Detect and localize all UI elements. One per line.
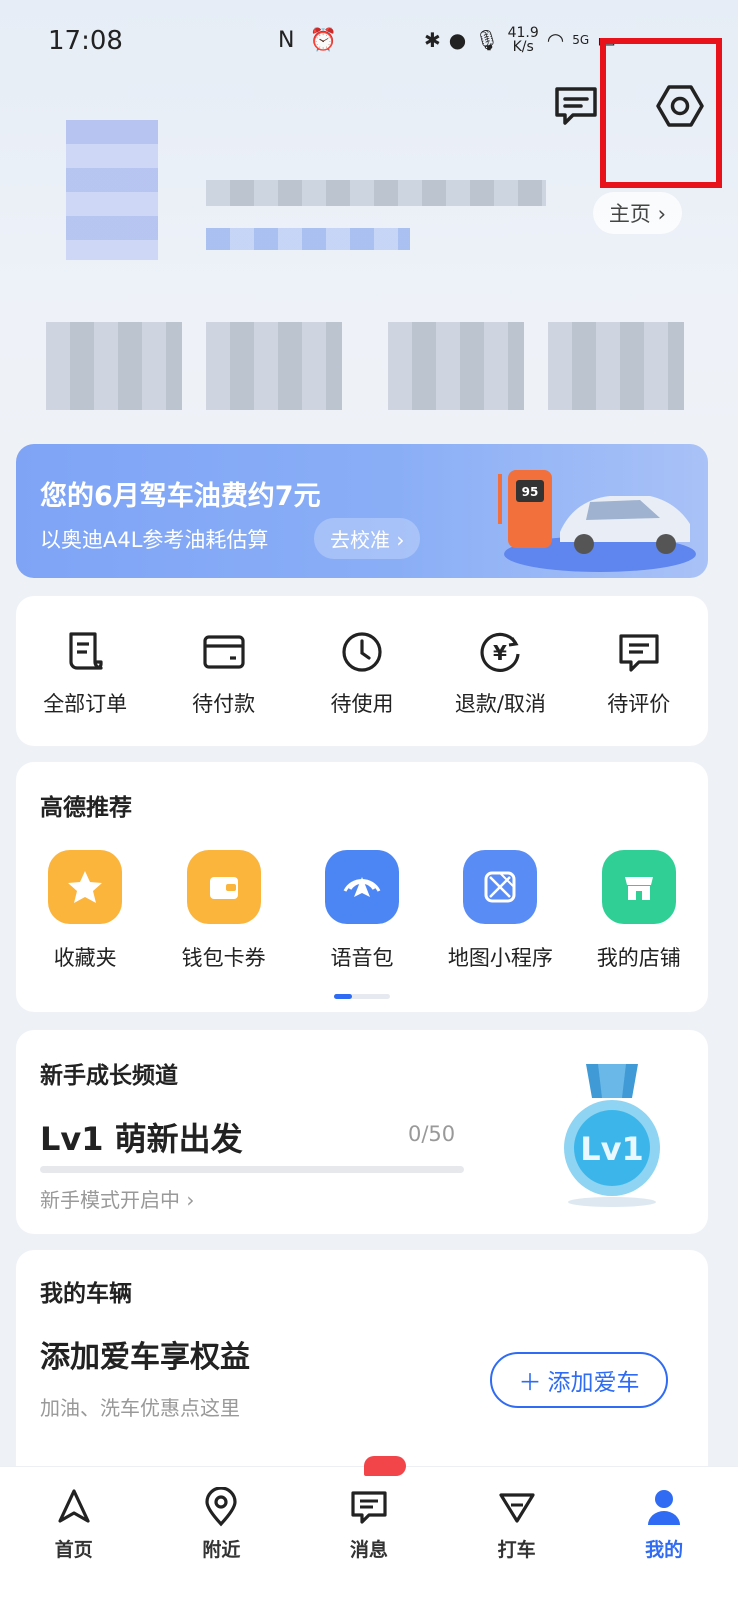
order-label: 全部订单: [43, 692, 128, 716]
order-label: 待评价: [607, 692, 671, 716]
status-right-icons: ✱ ● 🎙 41.9 K/s ◠ 5G ▭: [424, 26, 616, 54]
add-car-button[interactable]: ＋ 添加爱车: [490, 1352, 668, 1408]
shop-icon: [601, 850, 676, 924]
network-speed: 41.9 K/s: [508, 26, 539, 54]
card-icon: [200, 628, 248, 676]
vehicle-title: 我的车辆: [40, 1281, 132, 1307]
order-shortcuts: 全部订单 待付款 待使用 ¥ 退款/取消 待评价: [16, 596, 708, 718]
wifi-icon: ◠: [546, 28, 565, 52]
tab-taxi[interactable]: 打车: [443, 1467, 591, 1600]
voice-icon: [324, 850, 399, 924]
fuel-subtitle: 以奥迪A4L参考油耗估算: [40, 528, 269, 552]
order-label: 待付款: [192, 692, 256, 716]
map-app-icon: [463, 850, 538, 924]
network-type: 5G: [572, 33, 590, 47]
vehicle-headline: 添加爱车享权益: [40, 1340, 250, 1375]
tab-home[interactable]: 首页: [0, 1467, 148, 1600]
orders-card: 全部订单 待付款 待使用 ¥ 退款/取消 待评价: [16, 596, 708, 746]
level-progress-text: 0/50: [408, 1122, 456, 1146]
recommend-card: 高德推荐 收藏夹 钱包卡券 语音包 地图小程序 我的店铺: [16, 762, 708, 1012]
level-title: Lv1 萌新出发: [40, 1120, 243, 1158]
recommend-label: 语音包: [330, 946, 394, 970]
stat-redacted-4[interactable]: [548, 322, 684, 410]
level-progress-bar: [40, 1166, 464, 1173]
navigate-icon: [52, 1485, 96, 1529]
speed-unit: K/s: [512, 39, 534, 55]
level-medal-icon: Lv1: [564, 1064, 660, 1207]
clock-icon: [338, 628, 386, 676]
tab-label: 首页: [54, 1539, 93, 1561]
plus-icon: ＋: [518, 1370, 542, 1396]
recommend-label: 收藏夹: [53, 946, 117, 970]
taxi-icon: [495, 1485, 539, 1529]
vehicle-subtitle: 加油、洗车优惠点这里: [40, 1396, 240, 1420]
status-time: 17:08: [48, 26, 123, 56]
fuel-cost-banner[interactable]: 您的6月驾车油费约7元 以奥迪A4L参考油耗估算 去校准 › 95: [16, 444, 708, 578]
tab-label: 打车: [497, 1539, 536, 1561]
tab-label: 消息: [349, 1539, 388, 1561]
avatar[interactable]: [66, 120, 158, 260]
recommend-shortcuts: 收藏夹 钱包卡券 语音包 地图小程序 我的店铺: [16, 850, 708, 972]
calibrate-button[interactable]: 去校准 ›: [314, 518, 421, 559]
mic-status-icon: 🎙: [474, 28, 500, 52]
order-refund[interactable]: ¥ 退款/取消: [431, 596, 569, 718]
map-app-shortcut[interactable]: 地图小程序: [431, 850, 569, 972]
message-icon: [347, 1485, 391, 1529]
recommend-label: 我的店铺: [596, 946, 681, 970]
location-icon: [199, 1485, 243, 1529]
bluetooth-icon: ✱: [424, 28, 441, 52]
fuel-title: 您的6月驾车油费约7元: [40, 481, 321, 512]
voice-pack-shortcut[interactable]: 语音包: [293, 850, 431, 972]
tab-nearby[interactable]: 附近: [148, 1467, 296, 1600]
user-info-redacted: [206, 228, 410, 250]
my-shop-shortcut[interactable]: 我的店铺: [570, 850, 708, 972]
growth-card[interactable]: 新手成长频道 Lv1 萌新出发 0/50 新手模式开启中 › Lv1: [16, 1030, 708, 1234]
order-all[interactable]: 全部订单: [16, 596, 154, 718]
receipt-icon: [61, 628, 109, 676]
order-pending-payment[interactable]: 待付款: [154, 596, 292, 718]
home-page-link[interactable]: 主页 ›: [592, 192, 682, 234]
medal-label: Lv1: [580, 1130, 644, 1168]
pump-label: 95: [522, 485, 539, 499]
growth-title: 新手成长频道: [40, 1063, 178, 1089]
user-name-redacted: [206, 180, 546, 206]
order-to-use[interactable]: 待使用: [293, 596, 431, 718]
recommend-label: 地图小程序: [447, 946, 553, 970]
tab-profile[interactable]: 我的: [590, 1467, 738, 1600]
recommend-pager: [334, 994, 390, 999]
fuel-car-illustration: 95: [498, 470, 696, 572]
order-label: 退款/取消: [454, 692, 546, 716]
refund-icon: ¥: [476, 628, 524, 676]
svg-text:¥: ¥: [493, 641, 507, 665]
wallet-shortcut[interactable]: 钱包卡券: [154, 850, 292, 972]
tab-messages[interactable]: 消息: [295, 1467, 443, 1600]
comment-icon: [615, 628, 663, 676]
recommend-label: 钱包卡券: [181, 946, 266, 970]
tab-label: 我的: [645, 1539, 684, 1561]
tab-label: 附近: [202, 1539, 241, 1561]
star-icon: [48, 850, 123, 924]
stat-redacted-3[interactable]: [388, 322, 524, 410]
recommend-title: 高德推荐: [40, 795, 132, 821]
message-badge: [364, 1456, 406, 1476]
favorites-shortcut[interactable]: 收藏夹: [16, 850, 154, 972]
stat-redacted-1[interactable]: [46, 322, 182, 410]
profile-icon: [642, 1485, 686, 1529]
status-notification-icons: N ⏰: [278, 28, 341, 53]
novice-mode-link[interactable]: 新手模式开启中 ›: [40, 1184, 194, 1213]
location-status-icon: ●: [448, 28, 467, 52]
vehicle-card: 我的车辆 添加爱车享权益 加油、洗车优惠点这里 ＋ 添加爱车: [16, 1250, 708, 1480]
order-to-review[interactable]: 待评价: [570, 596, 708, 718]
order-label: 待使用: [330, 692, 394, 716]
profile-section: 主页 ›: [0, 110, 738, 420]
wallet-icon: [186, 850, 261, 924]
add-car-label: 添加爱车: [547, 1370, 640, 1396]
stat-redacted-2[interactable]: [206, 322, 342, 410]
bottom-tab-bar: 首页 附近 消息 打车 我的: [0, 1466, 738, 1600]
pager-active-indicator: [334, 994, 352, 999]
